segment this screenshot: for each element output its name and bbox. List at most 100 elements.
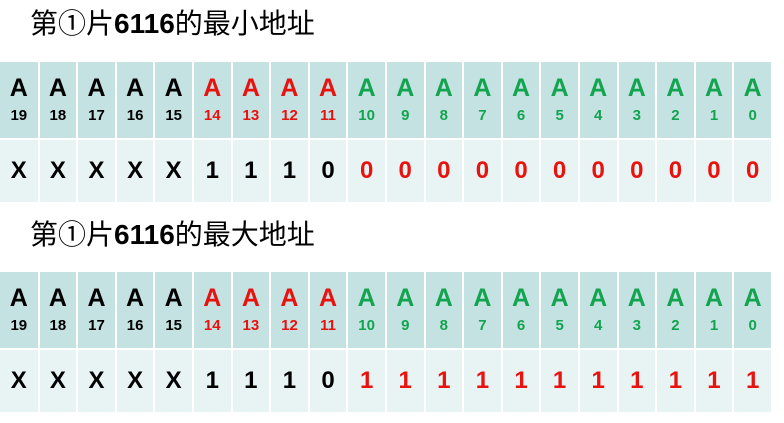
pin-header-cell: A 16 [115,272,156,349]
pin-header-cell: A 11 [308,272,349,349]
bit-value-cell: 0 [694,138,735,202]
bit-value-cell: 0 [385,138,426,202]
pin-number: 17 [88,317,105,334]
bit-value-cell: 0 [578,138,619,202]
pin-number: 11 [320,107,336,124]
pin-letter: A [9,284,28,312]
pin-number: 18 [49,317,67,334]
pin-number: 10 [358,107,375,124]
pin-number: 7 [478,317,487,334]
bit-value-cell: 1 [385,348,426,412]
pin-letter: A [473,284,492,312]
pin-letter: A [743,284,762,312]
pin-letter: A [319,284,338,312]
pin-letter: A [589,284,608,312]
pin-letter: A [550,284,569,312]
bit-value-cell: X [38,348,79,412]
pin-letter: A [589,74,608,102]
pin-header-cell: A0 [733,62,773,139]
bit-value-cell: 1 [617,348,658,412]
pin-number: 11 [320,317,336,334]
pin-letter: A [164,74,183,102]
pin-letter: A [164,284,183,312]
pin-number: 2 [671,317,680,334]
title-prefix: 第①片 [30,218,115,251]
min-address-title: 第①片6116的最小地址 [30,4,315,44]
pin-header-cell: A 14 [192,62,233,139]
pin-number: 0 [748,317,757,334]
pin-letter: A [87,74,106,102]
bit-value-cell: X [154,348,194,412]
pin-letter: A [280,284,299,312]
pin-header-cell: A6 [501,272,542,349]
pin-letter: A [473,74,492,102]
bit-value-cell: 1 [231,138,272,202]
pin-header-cell: A 12 [270,272,310,349]
bit-value-cell: 1 [192,348,233,412]
pin-header-cell: A3 [617,62,658,139]
bit-value-cell: 0 [347,138,387,202]
pin-header-cell: A3 [617,272,658,349]
bit-value-cell: X [38,138,79,202]
pin-number: 12 [281,317,298,334]
pin-header-row: A 19 A 18 A 17 A 16 A 15 A 14 A 13 A 12 A 11 A 10 A 9 A 8 A 7 A 6 A 5… [0,62,773,139]
pin-header-cell: A 19 [0,272,40,349]
pin-number: 4 [594,107,603,124]
bit-value-cell: 1 [733,348,773,412]
bit-value-row: XXXXX111000000000000 [0,138,773,202]
pin-letter: A [627,74,646,102]
pin-header-cell: A 18 [38,272,79,349]
bit-value-cell: 0 [308,138,349,202]
pin-number: 8 [439,317,448,334]
pin-number: 15 [165,317,183,334]
bit-value-cell: 1 [540,348,580,412]
pin-letter: A [704,284,724,312]
pin-number: 19 [10,317,28,334]
pin-number: 14 [203,317,221,334]
pin-header-cell: A7 [463,62,503,139]
pin-header-cell: A0 [733,272,773,349]
bit-value-cell: 1 [231,348,272,412]
pin-number: 14 [203,107,221,124]
min-address-table: A 19 A 18 A 17 A 16 A 15 A 14 A 13 A 12 A 11 A 10 A 9 A 8 A 7 A 6 A 5… [0,62,773,202]
pin-letter: A [511,74,531,102]
bit-value-row: XXXXX111011111111111 [0,348,773,412]
bit-value-cell: 1 [270,138,310,202]
pin-number: 15 [165,107,183,124]
pin-header-cell: A 10 [347,62,387,139]
pin-letter: A [396,284,415,312]
pin-number: 1 [709,107,719,124]
pin-number: 10 [358,317,375,334]
pin-letter: A [241,74,260,102]
pin-header-cell: A1 [694,62,735,139]
bit-value-cell: 0 [656,138,696,202]
title-prefix: 第①片 [30,7,115,40]
pin-header-cell: A 18 [38,62,79,139]
pin-letter: A [550,74,569,102]
pin-letter: A [666,74,685,102]
bit-value-cell: 0 [424,138,465,202]
bit-value-cell: 1 [578,348,619,412]
pin-header-cell: A2 [656,272,696,349]
pin-header-cell: A4 [578,62,619,139]
pin-letter: A [9,74,28,102]
bit-value-cell: X [77,348,117,412]
bit-value-cell: X [0,138,40,202]
pin-header-cell: A 15 [154,62,194,139]
pin-letter: A [396,74,415,102]
bit-value-cell: 1 [501,348,542,412]
title-chip: 6116 [114,219,175,250]
max-address-title: 第①片6116的最大地址 [30,215,315,255]
bit-value-cell: 0 [501,138,542,202]
bit-value-cell: 1 [463,348,503,412]
pin-letter: A [203,74,222,102]
pin-header-cell: A8 [424,272,465,349]
pin-letter: A [704,74,724,102]
bit-value-cell: 0 [733,138,773,202]
pin-number: 7 [478,107,487,124]
bit-value-cell: 0 [308,348,349,412]
pin-number: 17 [88,107,105,124]
bit-value-cell: X [0,348,40,412]
pin-letter: A [666,284,685,312]
pin-header-cell: A 15 [154,272,194,349]
